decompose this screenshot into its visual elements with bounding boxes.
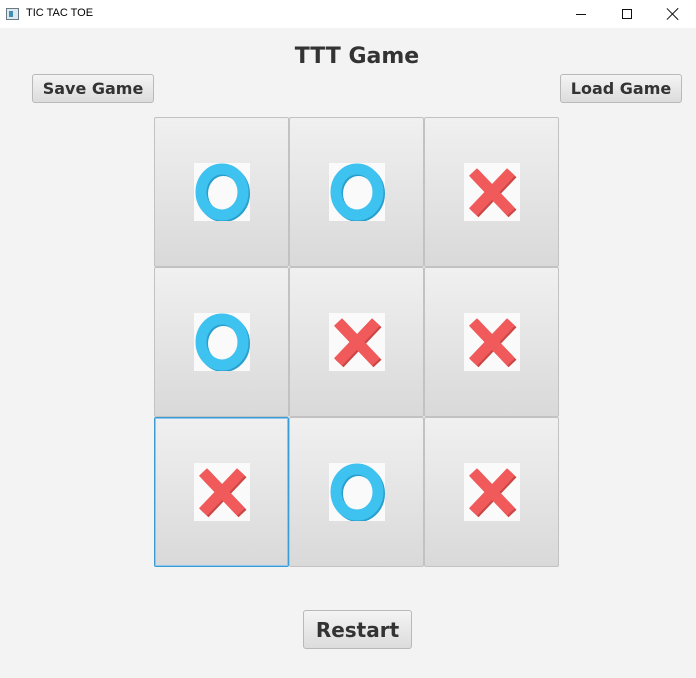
- board-cell-r2c3[interactable]: [424, 267, 559, 417]
- cell-mark: [328, 463, 385, 521]
- close-button[interactable]: [650, 0, 696, 28]
- cell-mark: [193, 163, 250, 221]
- o-mark-icon: [330, 463, 385, 521]
- board-cell-r3c2[interactable]: [289, 417, 424, 567]
- o-mark-icon: [195, 313, 250, 371]
- game-board: [154, 117, 560, 567]
- cell-mark: [463, 163, 520, 221]
- minimize-button[interactable]: [558, 0, 604, 28]
- restart-button[interactable]: Restart: [303, 610, 412, 649]
- maximize-button[interactable]: [604, 0, 650, 28]
- cell-mark: [193, 313, 250, 371]
- x-mark-icon: [468, 168, 516, 218]
- board-cell-r1c1[interactable]: [154, 117, 289, 267]
- board-cell-r2c2[interactable]: [289, 267, 424, 417]
- game-title: TTT Game: [294, 44, 420, 69]
- load-game-button[interactable]: Load Game: [560, 74, 682, 103]
- board-cell-r3c3[interactable]: [424, 417, 559, 567]
- cell-mark: [328, 313, 385, 371]
- x-mark-icon: [468, 318, 516, 368]
- minimize-icon: [576, 13, 586, 15]
- cell-mark: [193, 463, 250, 521]
- window-titlebar: TIC TAC TOE: [0, 0, 696, 28]
- window-title: TIC TAC TOE: [26, 7, 94, 19]
- o-mark-icon: [330, 163, 385, 221]
- board-cell-r3c1[interactable]: [154, 417, 289, 567]
- x-mark-icon: [198, 468, 246, 518]
- o-mark-icon: [195, 163, 250, 221]
- cell-mark: [463, 313, 520, 371]
- app-icon: [6, 8, 19, 20]
- x-mark-icon: [468, 468, 516, 518]
- board-cell-r1c3[interactable]: [424, 117, 559, 267]
- cell-mark: [328, 163, 385, 221]
- board-cell-r2c1[interactable]: [154, 267, 289, 417]
- save-game-button[interactable]: Save Game: [32, 74, 154, 103]
- board-cell-r1c2[interactable]: [289, 117, 424, 267]
- x-mark-icon: [333, 318, 381, 368]
- close-icon: [667, 8, 679, 20]
- maximize-icon: [622, 9, 632, 19]
- cell-mark: [463, 463, 520, 521]
